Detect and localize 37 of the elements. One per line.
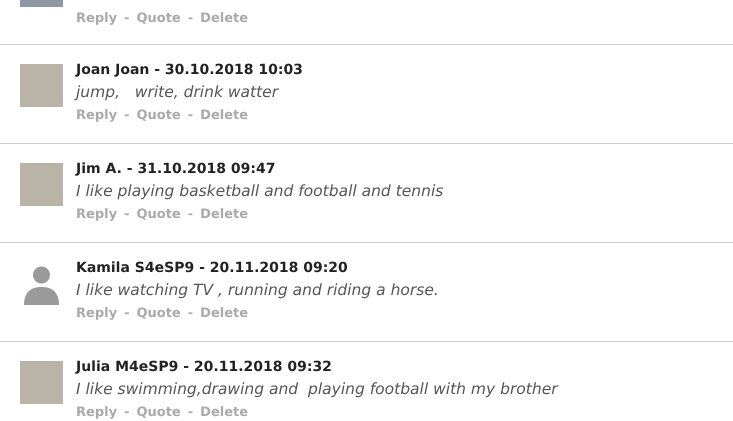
comment-author-date: Jim A. - 31.10.2018 09:47 — [76, 160, 276, 179]
separator-dash: - — [188, 305, 194, 323]
comment-action-link[interactable]: Quote — [136, 10, 181, 28]
comment-action-link[interactable]: Delete — [200, 305, 248, 323]
comment-action-link[interactable]: Quote — [136, 107, 181, 125]
comment-author-date: Joan Joan - 30.10.2018 10:03 — [76, 61, 303, 80]
comment-author-date: Kamila S4eSP9 - 20.11.2018 09:20 — [76, 259, 349, 278]
separator-dash: - — [124, 305, 130, 323]
comment-action-link[interactable]: Delete — [200, 10, 248, 28]
separator-dash: - — [124, 107, 130, 125]
comment-text: I like watching TV , running and riding a horse. — [76, 280, 439, 301]
separator-dash: - — [188, 10, 194, 28]
avatar-photo-placeholder — [20, 0, 63, 7]
comment-action-link[interactable]: Reply — [76, 107, 118, 125]
comment-action-link[interactable]: Reply — [76, 10, 118, 28]
comment-action-link[interactable]: Quote — [136, 206, 181, 224]
comment-text: jump, write, drink watter — [76, 82, 280, 103]
avatar-photo-placeholder — [20, 163, 63, 206]
separator-dash: - — [124, 10, 130, 28]
separator-dash: - — [124, 404, 130, 421]
avatar-photo-placeholder — [20, 361, 63, 404]
comment-text: I like swimming,drawing and playing football with my brother — [76, 379, 558, 400]
avatar-photo-placeholder — [20, 64, 63, 107]
comment-action-link[interactable]: Reply — [76, 404, 118, 421]
comment-action-link[interactable]: Reply — [76, 305, 118, 323]
comment-action-link[interactable]: Delete — [200, 107, 248, 125]
comment-author-date: Julia M4eSP9 - 20.11.2018 09:32 — [76, 358, 333, 377]
comment-action-link[interactable]: Delete — [200, 206, 248, 224]
comment-text: I like playing basketball and football and tennis — [76, 181, 444, 202]
separator-dash: - — [124, 206, 130, 224]
comment-action-link[interactable]: Delete — [200, 404, 248, 421]
comment-action-link[interactable]: Quote — [136, 305, 181, 323]
separator-dash: - — [188, 404, 194, 421]
separator-dash: - — [188, 206, 194, 224]
comment-action-link[interactable]: Quote — [136, 404, 181, 421]
separator-dash: - — [188, 107, 194, 125]
comment-action-link[interactable]: Reply — [76, 206, 118, 224]
